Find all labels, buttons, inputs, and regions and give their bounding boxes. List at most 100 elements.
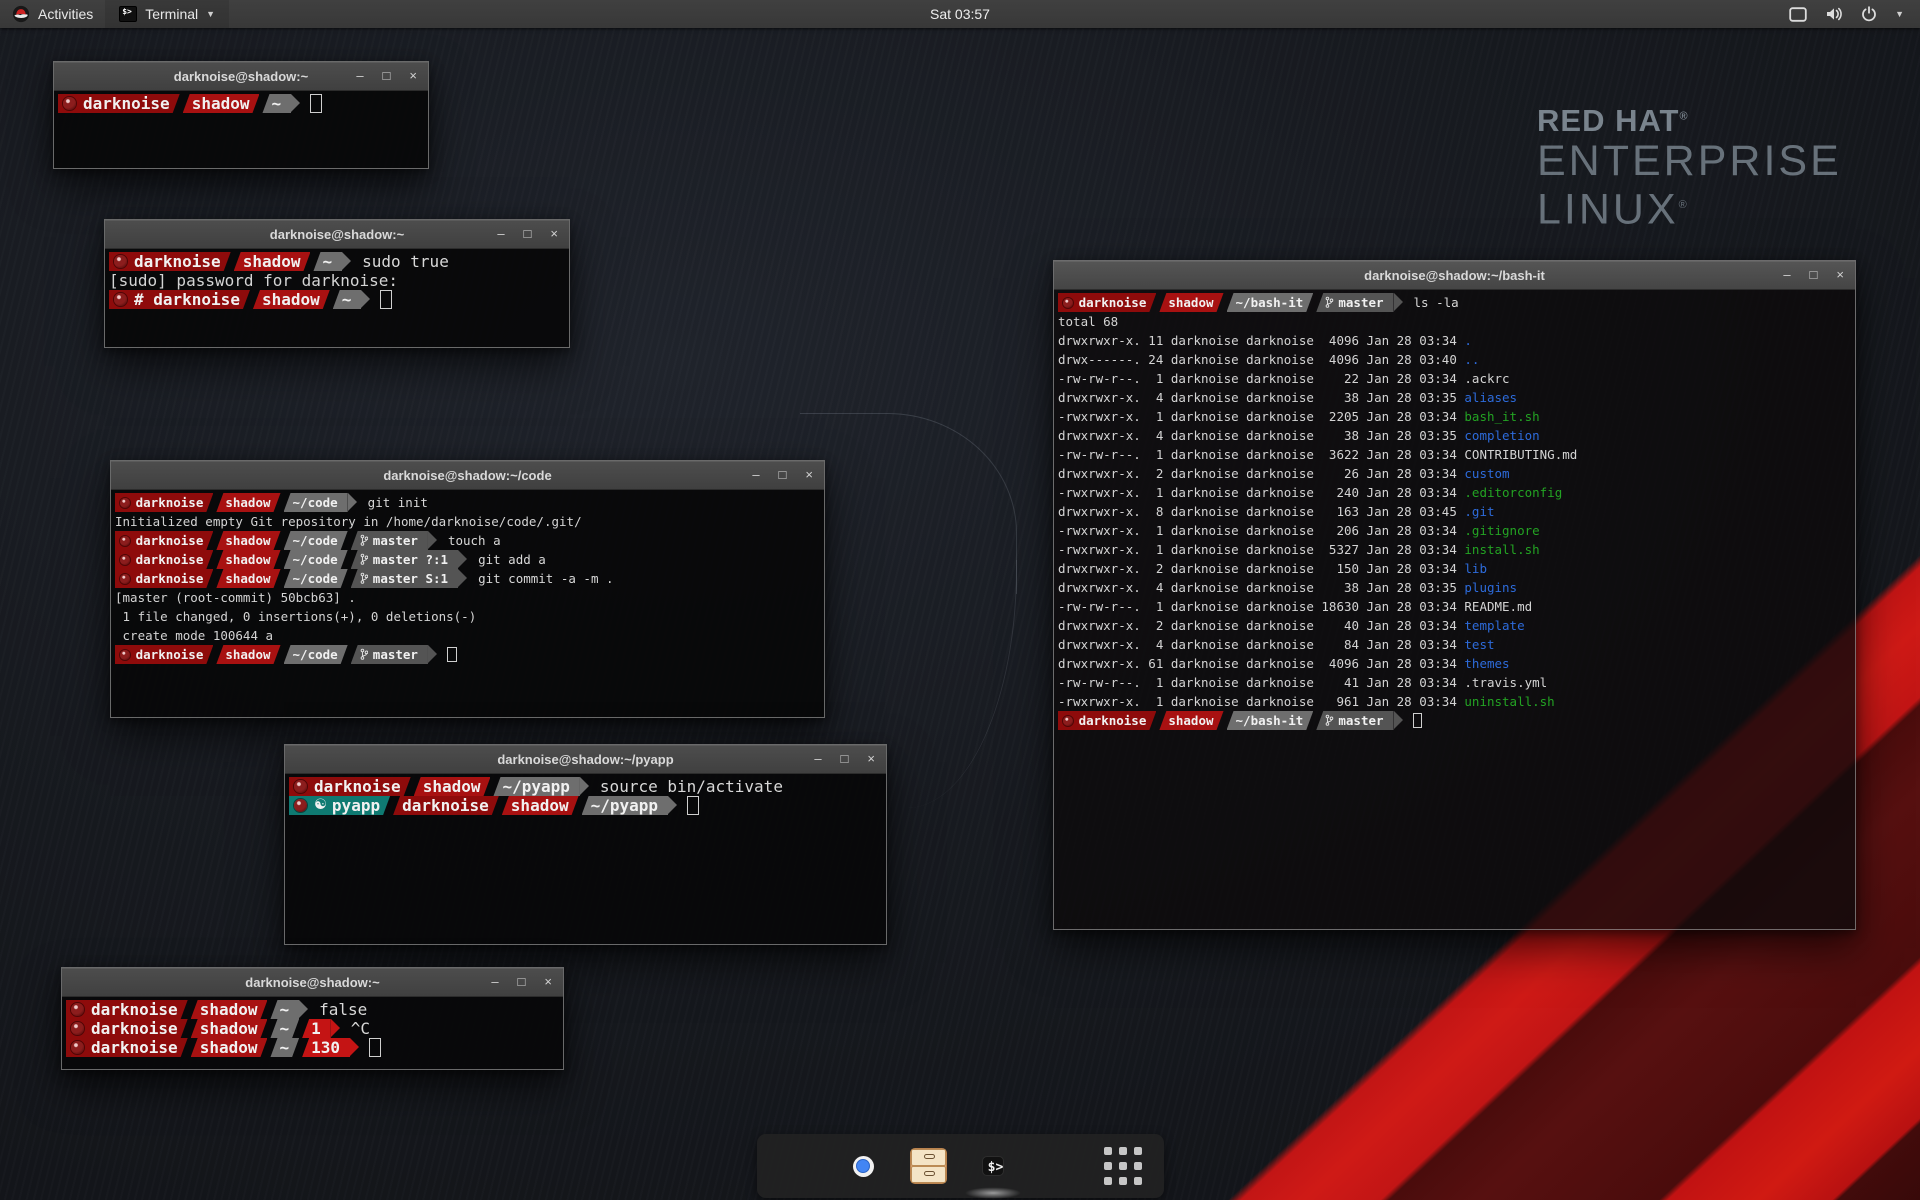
segment-text: shadow — [423, 777, 481, 796]
segment-text: pyapp — [332, 796, 380, 815]
maximize-button[interactable]: □ — [779, 461, 787, 489]
terminal-content[interactable]: darknoiseshadow~sudo true[sudo] password… — [105, 249, 569, 347]
prompt-arrow-icon — [350, 1038, 359, 1056]
prompt-line: darknoiseshadow~1^C — [66, 1019, 563, 1038]
window-titlebar[interactable]: darknoise@shadow:~/code – □ × — [111, 461, 824, 490]
power-icon[interactable] — [1861, 6, 1877, 22]
terminal-window-exit-codes[interactable]: darknoise@shadow:~ – □ × darknoiseshadow… — [61, 967, 564, 1070]
dock-item-files[interactable] — [904, 1142, 952, 1190]
segment-text: 1 — [311, 1019, 321, 1038]
close-button[interactable]: × — [550, 220, 558, 248]
close-button[interactable]: × — [544, 968, 552, 996]
window-titlebar[interactable]: darknoise@shadow:~/bash-it – □ × — [1054, 261, 1855, 290]
files-icon — [910, 1148, 947, 1184]
activities-button[interactable]: Activities — [0, 0, 105, 28]
window-title: darknoise@shadow:~/code — [111, 468, 824, 483]
prompt-ball-icon — [1063, 298, 1073, 308]
prompt-arrow-icon — [458, 569, 467, 587]
segment-text: darknoise — [136, 645, 204, 664]
dock-item-firefox[interactable] — [774, 1142, 822, 1190]
close-button[interactable]: × — [867, 745, 875, 773]
segment-text: ~/code — [293, 645, 338, 664]
prompt-arrow-icon — [299, 1000, 308, 1018]
output-text: Initialized empty Git repository in /hom… — [115, 514, 582, 529]
dock-item-show-applications[interactable] — [1099, 1142, 1147, 1190]
prompt-ball-icon — [71, 1003, 84, 1016]
segment-text: shadow — [200, 1019, 258, 1038]
minimize-button[interactable]: – — [814, 745, 821, 773]
terminal-content[interactable]: darknoiseshadow~/bash-itmasterls -latota… — [1054, 290, 1855, 929]
dock-item-toolbox[interactable] — [1034, 1142, 1082, 1190]
segment-text: shadow — [225, 645, 270, 664]
prompt-segment-host: shadow — [183, 94, 260, 113]
output-text: -rwxrwxr-x. 1 darknoise darknoise 240 Ja… — [1058, 485, 1464, 500]
minimize-button[interactable]: – — [356, 62, 363, 90]
prompt-segment-user: darknoise — [393, 796, 499, 815]
prompt-line: darknoiseshadow~130 — [66, 1038, 563, 1057]
output-text: -rwxrwxr-x. 1 darknoise darknoise 2205 J… — [1058, 409, 1464, 424]
output-text: bash_it.sh — [1464, 409, 1539, 424]
maximize-button[interactable]: □ — [524, 220, 532, 248]
minimize-button[interactable]: – — [752, 461, 759, 489]
terminal-cursor — [310, 94, 322, 113]
window-titlebar[interactable]: darknoise@shadow:~ – □ × — [54, 62, 428, 91]
app-grid-icon — [1104, 1147, 1142, 1185]
prompt-segment-host: shadow — [234, 252, 311, 271]
window-titlebar[interactable]: darknoise@shadow:~ – □ × — [105, 220, 569, 249]
terminal-window-home-small[interactable]: darknoise@shadow:~ – □ × darknoiseshadow… — [53, 61, 429, 169]
minimize-button[interactable]: – — [491, 968, 498, 996]
output-text: -rw-rw-r--. 1 darknoise darknoise 3622 J… — [1058, 447, 1464, 462]
command-text: ls -la — [1414, 293, 1459, 312]
output-text: completion — [1464, 428, 1539, 443]
segment-text: master S:1 — [373, 569, 448, 588]
terminal-output-line: drwxrwxr-x. 4 darknoise darknoise 38 Jan… — [1058, 578, 1855, 597]
prompt-segment-user: darknoise — [58, 94, 180, 113]
close-button[interactable]: × — [1836, 261, 1844, 289]
prompt-ball-icon — [1063, 716, 1073, 726]
segment-text: ~ — [279, 1000, 289, 1019]
terminal-output-line: Initialized empty Git repository in /hom… — [115, 512, 824, 531]
terminal-window-pyapp[interactable]: darknoise@shadow:~/pyapp – □ × darknoise… — [284, 744, 887, 945]
prompt-segment-path: ~/pyapp — [493, 777, 579, 796]
minimize-button[interactable]: – — [497, 220, 504, 248]
output-text: [master (root-commit) 50bcb63] . — [115, 590, 356, 605]
window-titlebar[interactable]: darknoise@shadow:~/pyapp – □ × — [285, 745, 886, 774]
git-branch-icon — [360, 572, 369, 585]
prompt-segment-host: shadow — [216, 493, 280, 512]
prompt-ball-icon — [114, 293, 127, 306]
segment-text: ~/bash-it — [1236, 711, 1304, 730]
app-menu-terminal[interactable]: $> Terminal ▼ — [105, 0, 229, 28]
maximize-button[interactable]: □ — [383, 62, 391, 90]
dock-item-chrome[interactable] — [839, 1142, 887, 1190]
terminal-window-sudo[interactable]: darknoise@shadow:~ – □ × darknoiseshadow… — [104, 219, 570, 348]
dock-item-terminal[interactable]: $> — [969, 1142, 1017, 1190]
maximize-button[interactable]: □ — [518, 968, 526, 996]
terminal-output-line: -rw-rw-r--. 1 darknoise darknoise 41 Jan… — [1058, 673, 1855, 692]
terminal-content[interactable]: darknoiseshadow~/pyappsource bin/activat… — [285, 774, 886, 944]
output-text: .travis.yml — [1464, 675, 1547, 690]
terminal-content[interactable]: darknoiseshadow~falsedarknoiseshadow~1^C… — [62, 997, 563, 1069]
close-button[interactable]: × — [409, 62, 417, 90]
clock[interactable]: Sat 03:57 — [930, 6, 990, 22]
terminal-content[interactable]: darknoiseshadow~/codegit initInitialized… — [111, 490, 824, 717]
chevron-down-icon[interactable]: ▼ — [1895, 9, 1904, 19]
segment-text: shadow — [511, 796, 569, 815]
prompt-segment-host: shadow — [1159, 711, 1223, 730]
terminal-window-code[interactable]: darknoise@shadow:~/code – □ × darknoise s… — [110, 460, 825, 718]
terminal-content[interactable]: darknoiseshadow~ — [54, 91, 428, 168]
terminal-window-bash-it[interactable]: darknoise@shadow:~/bash-it – □ × darknoi… — [1053, 260, 1856, 930]
minimize-button[interactable]: – — [1783, 261, 1790, 289]
window-titlebar[interactable]: darknoise@shadow:~ – □ × — [62, 968, 563, 997]
volume-icon[interactable] — [1825, 6, 1843, 22]
command-text: touch a — [448, 531, 501, 550]
output-text: custom — [1464, 466, 1509, 481]
terminal-output-line: drwx------. 24 darknoise darknoise 4096 … — [1058, 350, 1855, 369]
maximize-button[interactable]: □ — [841, 745, 849, 773]
prompt-arrow-icon — [348, 493, 357, 511]
display-icon[interactable] — [1789, 7, 1807, 22]
maximize-button[interactable]: □ — [1810, 261, 1818, 289]
window-title: darknoise@shadow:~ — [62, 975, 563, 990]
output-text: -rwxrwxr-x. 1 darknoise darknoise 206 Ja… — [1058, 523, 1464, 538]
prompt-segment-user: darknoise — [289, 777, 411, 796]
close-button[interactable]: × — [805, 461, 813, 489]
